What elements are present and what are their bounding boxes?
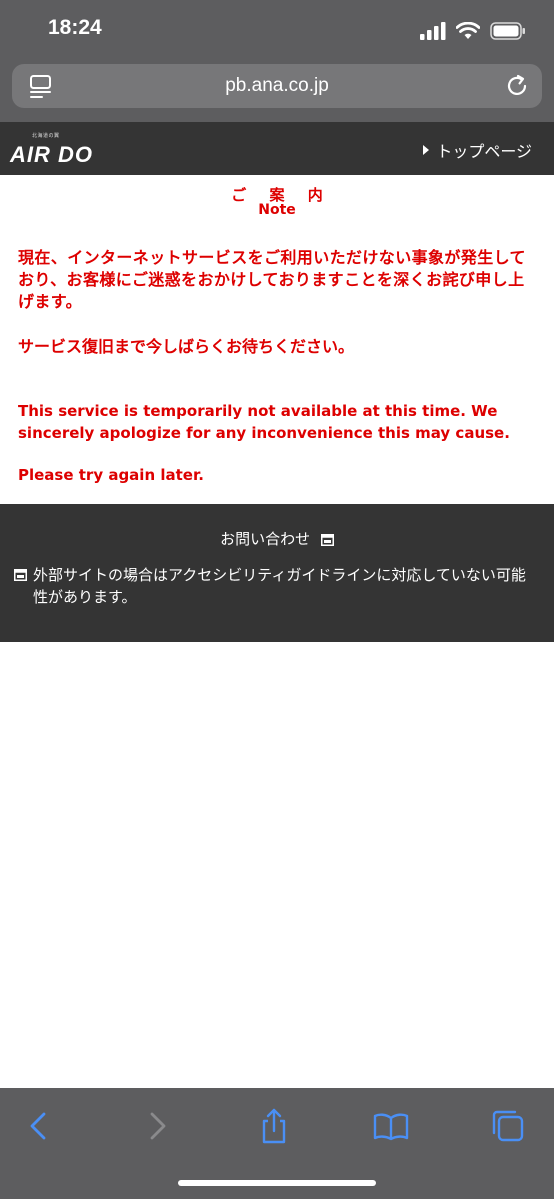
new-window-icon (14, 569, 27, 581)
english-message: This service is temporarily not availabl… (18, 402, 510, 442)
notice-subtitle: Note (258, 202, 296, 218)
contact-link-label: お問い合わせ (220, 530, 311, 548)
cellular-signal-icon (420, 22, 446, 40)
triangle-right-icon (423, 145, 430, 155)
external-site-note-text: 外部サイトの場合はアクセシビリティガイドラインに対応していない可能性があります。 (33, 566, 526, 606)
reload-icon[interactable] (504, 73, 530, 99)
logo-text: AIR DO (10, 142, 93, 167)
tabs-icon[interactable] (488, 1106, 528, 1146)
external-site-note: 外部サイトの場合はアクセシビリティガイドラインに対応していない可能性があります。 (14, 564, 534, 608)
back-icon[interactable] (18, 1106, 58, 1146)
url-text[interactable]: pb.ana.co.jp (12, 75, 542, 97)
japanese-wait-message: サービス復旧まで今しばらくお待ちください。 (18, 337, 355, 356)
bookmarks-icon[interactable] (371, 1106, 411, 1146)
share-icon[interactable] (254, 1106, 294, 1146)
status-time: 18:24 (48, 16, 102, 39)
status-icons (420, 20, 526, 42)
top-page-link-label: トップページ (436, 142, 532, 161)
english-retry-message: Please try again later. (18, 466, 204, 484)
contact-link[interactable]: お問い合わせ (0, 528, 554, 549)
logo-tagline: 北海道の翼 (32, 133, 60, 139)
wifi-icon (456, 22, 480, 39)
new-window-icon (320, 534, 334, 546)
japanese-message: 現在、インターネットサービスをご利用いただけない事象が発生しており、お客様にご迷… (18, 248, 526, 311)
site-header: 北海道の翼 AIR DO トップページ (0, 122, 554, 175)
browser-top-chrome: 18:24 pb.ana.co.jp (0, 0, 554, 122)
top-page-link[interactable]: トップページ (423, 138, 532, 162)
site-footer: お問い合わせ 外部サイトの場合はアクセシビリティガイドラインに対応していない可能… (0, 504, 554, 642)
forward-icon[interactable] (138, 1106, 178, 1146)
home-indicator (178, 1180, 376, 1186)
battery-icon (490, 22, 525, 40)
address-bar[interactable]: pb.ana.co.jp (12, 64, 542, 108)
